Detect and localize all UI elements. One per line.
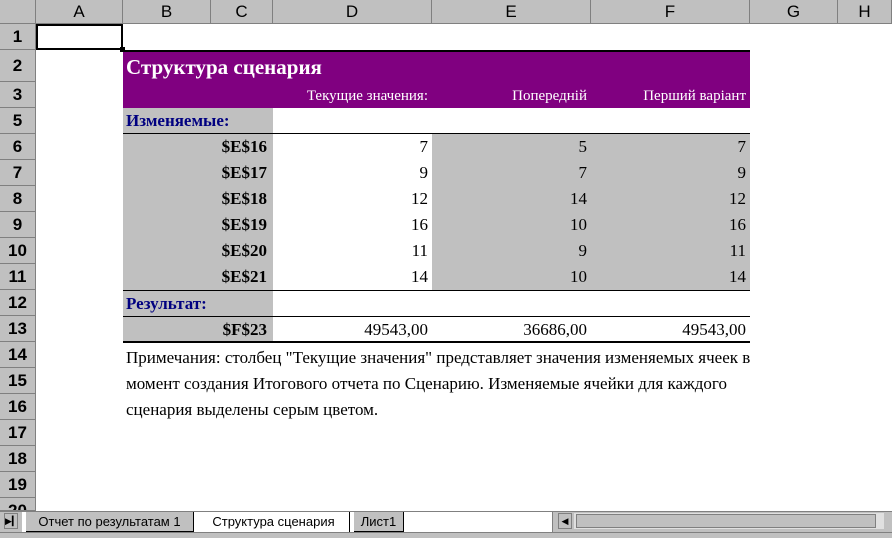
scenario-value: 5 xyxy=(578,137,588,156)
note-line-2: момент создания Итогового отчета по Сцен… xyxy=(126,374,727,393)
row-header[interactable]: 16 xyxy=(0,394,36,420)
current-value: 14 xyxy=(411,267,428,286)
table-bottom-border xyxy=(123,341,750,343)
result-current-value: 49543,00 xyxy=(364,320,428,339)
note-line-1: Примечания: столбец "Текущие значения" п… xyxy=(126,348,751,367)
changing-cells-label: Изменяемые: xyxy=(126,111,230,130)
column-header-d[interactable]: D xyxy=(273,0,432,24)
current-value: 16 xyxy=(411,215,428,234)
column-header-e[interactable]: E xyxy=(432,0,591,24)
scenario-value: 14 xyxy=(729,267,746,286)
row-header[interactable]: 8 xyxy=(0,186,36,212)
column-header-a[interactable]: A xyxy=(36,0,123,24)
scenario-value: 10 xyxy=(570,215,587,234)
current-value: 11 xyxy=(411,241,428,260)
row-header[interactable]: 15 xyxy=(0,368,36,394)
changing-cell-ref: $E$20 xyxy=(221,241,267,260)
column-header-g[interactable]: G xyxy=(750,0,838,24)
scenario-value: 11 xyxy=(729,241,746,260)
scenario-value: 14 xyxy=(570,189,587,208)
row-header[interactable]: 5 xyxy=(0,108,36,134)
scenario-value: 7 xyxy=(578,163,588,182)
row-header[interactable]: 9 xyxy=(0,212,36,238)
column-header-b[interactable]: B xyxy=(123,0,211,24)
row-header[interactable]: 2 xyxy=(0,50,36,82)
row-header[interactable]: 14 xyxy=(0,342,36,368)
header-scenario-first: Перший варіант xyxy=(643,88,746,104)
scroll-left-icon[interactable]: ◀ xyxy=(558,513,572,529)
horizontal-scrollbar-thumb[interactable] xyxy=(576,514,876,528)
current-value: 9 xyxy=(419,163,429,182)
changing-cell-ref: $E$18 xyxy=(221,189,267,208)
result-scenario-value: 36686,00 xyxy=(523,320,587,339)
scenario-value: 16 xyxy=(729,215,746,234)
sheet-tab-results[interactable]: Отчет по результатам 1 xyxy=(26,512,194,532)
scenario-value: 10 xyxy=(570,267,587,286)
row-header[interactable]: 7 xyxy=(0,160,36,186)
select-all-corner[interactable] xyxy=(0,0,36,24)
active-cell-a1[interactable] xyxy=(36,24,123,50)
scenario-value: 9 xyxy=(578,241,588,260)
column-header-h[interactable]: H xyxy=(838,0,892,24)
row-header[interactable]: 12 xyxy=(0,290,36,316)
status-bar xyxy=(0,532,892,538)
report-title: Структура сценария xyxy=(126,55,322,79)
sheet-tab-list1[interactable]: Лист1 xyxy=(354,512,404,532)
row-header[interactable]: 1 xyxy=(0,24,36,50)
row-header[interactable]: 11 xyxy=(0,264,36,290)
row-header[interactable]: 18 xyxy=(0,446,36,472)
scenario-value: 7 xyxy=(737,137,747,156)
row-header[interactable]: 20 xyxy=(0,498,36,511)
result-scenario-value: 49543,00 xyxy=(682,320,746,339)
sheet-tab-scenario-structure[interactable]: Структура сценария xyxy=(198,512,350,532)
row-header[interactable]: 19 xyxy=(0,472,36,498)
tab-split-handle[interactable] xyxy=(552,512,557,532)
scenario-value: 12 xyxy=(729,189,746,208)
current-value: 12 xyxy=(411,189,428,208)
note-line-3: сценария выделены серым цветом. xyxy=(126,400,379,419)
column-header-f[interactable]: F xyxy=(591,0,750,24)
row-header[interactable]: 13 xyxy=(0,316,36,342)
tab-scroll-last-icon[interactable]: ▶▎ xyxy=(4,513,19,529)
changing-cell-ref: $E$21 xyxy=(221,267,267,286)
row-header[interactable]: 17 xyxy=(0,420,36,446)
changing-cell-ref: $E$17 xyxy=(221,163,267,182)
changing-cell-ref: $E$19 xyxy=(221,215,267,234)
header-scenario-previous: Попередній xyxy=(512,88,587,104)
row-header[interactable]: 10 xyxy=(0,238,36,264)
column-header-c[interactable]: C xyxy=(211,0,273,24)
scenario-value: 9 xyxy=(737,163,747,182)
current-value: 7 xyxy=(419,137,429,156)
row-header[interactable]: 3 xyxy=(0,82,36,108)
row-header[interactable]: 6 xyxy=(0,134,36,160)
changing-cell-ref: $E$16 xyxy=(221,137,267,156)
result-cell-ref: $F$23 xyxy=(222,320,267,339)
result-cells-label: Результат: xyxy=(126,294,207,313)
header-current-values: Текущие значения: xyxy=(306,88,428,104)
